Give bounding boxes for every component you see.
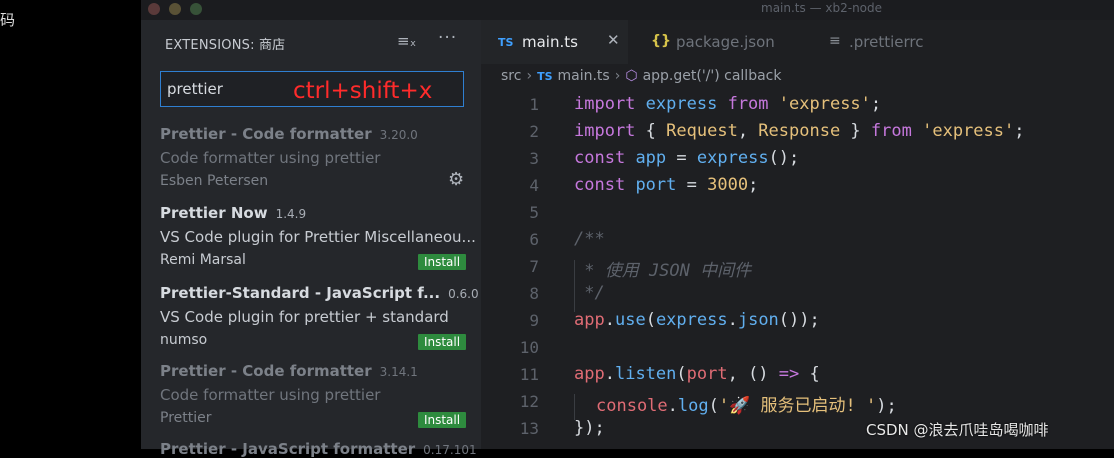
breadcrumb-folder[interactable]: src — [501, 68, 521, 84]
line-number: 2 — [529, 122, 539, 141]
code-line: 1 import express from 'express'; — [481, 92, 1114, 118]
line-number: 13 — [519, 419, 539, 438]
breadcrumb: src › TS main.ts › ⬡ app.get('/') callback — [501, 68, 781, 84]
code-line: 8 */ — [481, 281, 1114, 307]
extension-description: VS Code plugin for prettier + standard — [160, 308, 449, 326]
left-strip: 码 — [0, 0, 141, 449]
tab-label: main.ts — [522, 33, 578, 51]
window-title: main.ts — xb2-node — [761, 1, 883, 15]
tab-label: .prettierrc — [849, 33, 924, 51]
extension-name: Prettier Now — [160, 204, 268, 222]
left-strip-char: 码 — [0, 11, 16, 29]
extension-version: 0.6.0 — [448, 287, 479, 301]
line-number: 6 — [529, 230, 539, 249]
tab-package-json[interactable]: {} package.json — [628, 20, 808, 64]
close-window-button[interactable] — [148, 3, 160, 15]
title-bar: main.ts — xb2-node — [141, 0, 1114, 20]
line-number: 4 — [529, 176, 539, 195]
json-file-icon: {} — [651, 33, 671, 49]
code-line: 9 app.use(express.json()); — [481, 308, 1114, 334]
method-cube-icon: ⬡ — [625, 68, 638, 84]
line-number: 3 — [529, 149, 539, 168]
extension-author: numso — [160, 332, 208, 348]
typescript-file-icon: TS — [498, 36, 514, 49]
line-number: 9 — [529, 311, 539, 330]
settings-file-icon: ≡ — [829, 33, 841, 49]
code-line: 12 console.log('🚀 服务已启动! '); — [481, 389, 1114, 416]
code-line: 4 const port = 3000; — [481, 173, 1114, 199]
extension-author: Esben Petersen — [160, 173, 269, 189]
code-line: 3 const app = express(); — [481, 146, 1114, 172]
vscode-window: main.ts — xb2-node EXTENSIONS: 商店 ≡ₓ ···… — [141, 0, 1114, 458]
gear-icon[interactable]: ⚙ — [448, 169, 464, 190]
more-actions-icon[interactable]: ··· — [438, 28, 457, 48]
code-line: 5 — [481, 200, 1114, 226]
typescript-file-icon: TS — [537, 70, 553, 83]
maximize-window-button[interactable] — [190, 3, 202, 15]
minimize-window-button[interactable] — [169, 3, 181, 15]
tab-label: package.json — [676, 33, 775, 51]
extension-name: Prettier - JavaScript formatter — [160, 440, 416, 458]
extension-version: 3.20.0 — [379, 128, 418, 142]
watermark: CSDN @浪去爪哇岛喝咖啡 — [866, 421, 1049, 439]
extension-name: Prettier - Code formatter — [160, 362, 372, 380]
extension-description: VS Code plugin for Prettier Miscellaneou… — [160, 228, 476, 246]
extension-name: Prettier-Standard - JavaScript f... — [160, 284, 441, 302]
extension-author: Prettier — [160, 410, 212, 426]
extension-author: Remi Marsal — [160, 252, 246, 268]
extensions-sidebar: EXTENSIONS: 商店 ≡ₓ ··· prettier ctrl+shif… — [141, 20, 481, 458]
line-number: 11 — [519, 365, 539, 384]
tab-main-ts[interactable]: TS main.ts ✕ — [481, 20, 628, 64]
install-button[interactable]: Install — [418, 254, 466, 270]
code-line: 10 — [481, 335, 1114, 361]
extension-description: Code formatter using prettier — [160, 149, 381, 167]
editor: TS main.ts ✕ {} package.json ≡ .prettier… — [481, 20, 1114, 449]
editor-tabs: TS main.ts ✕ {} package.json ≡ .prettier… — [481, 20, 1114, 64]
install-button[interactable]: Install — [418, 334, 466, 350]
close-icon[interactable]: ✕ — [607, 31, 620, 49]
extension-version: 0.17.101 — [423, 443, 477, 457]
line-number: 8 — [529, 284, 539, 303]
code-line: 2 import { Request, Response } from 'exp… — [481, 119, 1114, 145]
line-number: 7 — [529, 257, 539, 276]
extension-name: Prettier - Code formatter — [160, 125, 372, 143]
extension-description: Code formatter using prettier — [160, 386, 381, 404]
breadcrumb-symbol[interactable]: app.get('/') callback — [643, 68, 782, 84]
chevron-right-icon: › — [526, 68, 533, 84]
line-number: 12 — [519, 392, 539, 411]
extension-version: 1.4.9 — [275, 207, 307, 221]
shortcut-annotation: ctrl+shift+x — [293, 78, 433, 104]
line-number: 1 — [529, 95, 539, 114]
search-value: prettier — [167, 80, 223, 98]
sidebar-header: EXTENSIONS: 商店 — [165, 38, 286, 53]
chevron-right-icon: › — [614, 68, 621, 84]
code-line: 7 * 使用 JSON 中间件 — [481, 254, 1114, 281]
code-line: 6 /** — [481, 227, 1114, 253]
clear-filter-icon[interactable]: ≡ₓ — [397, 32, 416, 50]
extension-version: 3.14.1 — [379, 365, 418, 379]
breadcrumb-file[interactable]: main.ts — [558, 68, 610, 84]
tab-prettierrc[interactable]: ≡ .prettierrc — [808, 20, 988, 64]
code-line: 11 app.listen(port, () => { — [481, 362, 1114, 388]
install-button[interactable]: Install — [418, 412, 466, 428]
line-number: 5 — [529, 203, 539, 222]
line-number: 10 — [519, 338, 539, 357]
